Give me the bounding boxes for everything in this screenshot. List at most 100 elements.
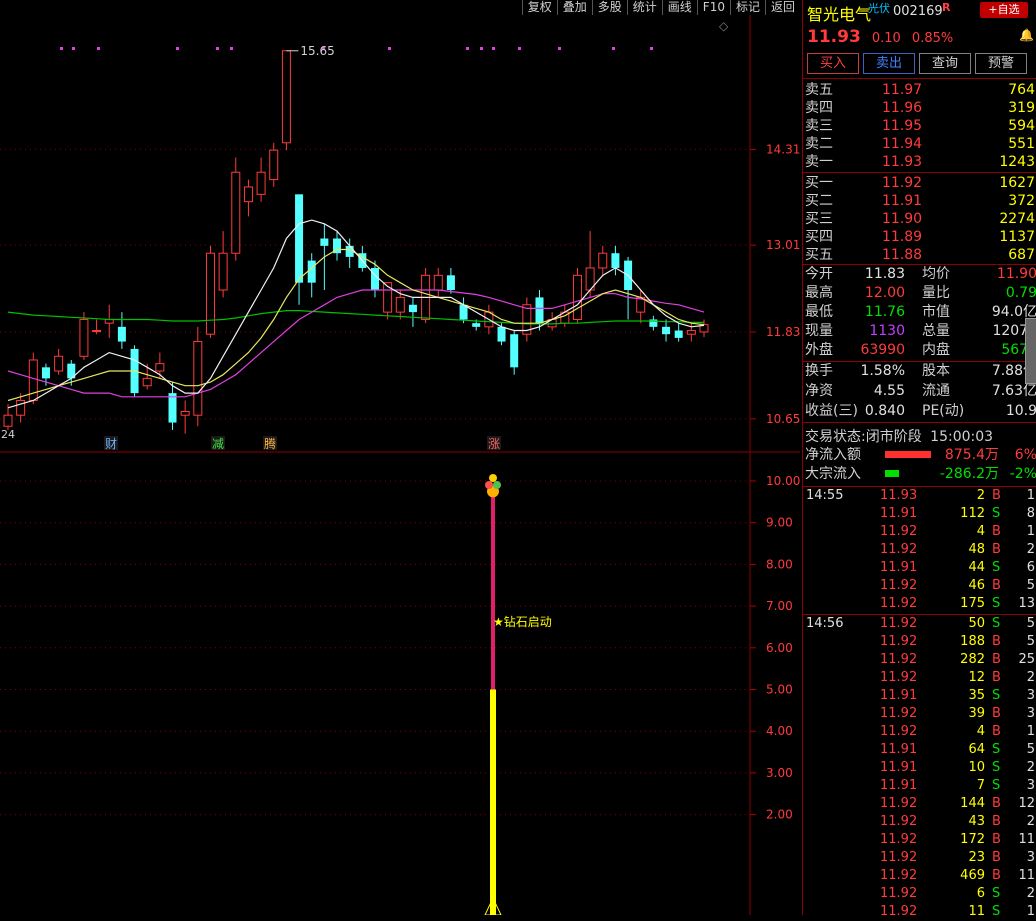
toolbar-mark-button[interactable]: 标记 [729, 0, 765, 15]
candle-body [320, 238, 329, 246]
tick-volume: 64 [968, 742, 985, 757]
tick-volume: 23 [968, 850, 985, 865]
candle-body [598, 252, 608, 269]
signal-bar-yellow [490, 689, 496, 915]
query-button[interactable]: 查询 [919, 53, 971, 74]
tick-direction: B [992, 868, 1001, 883]
tick-count: 3 [1026, 778, 1035, 793]
tick-volume: 282 [960, 652, 985, 667]
trade-status: 交易状态:闭市阶段 15:00:03 [805, 426, 993, 446]
toolbar-multi-stock-button[interactable]: 多股 [591, 0, 627, 15]
stat-label: 市值 [922, 304, 950, 320]
tick-price: 11.91 [880, 560, 918, 575]
stat-row: 换手 1.58% 股本 7.88亿 [805, 362, 1036, 381]
bid-price: 11.90 [882, 211, 923, 227]
candle-body [510, 334, 519, 368]
tick-price: 11.92 [880, 850, 918, 865]
add-watchlist-button[interactable]: +自选 [980, 2, 1028, 18]
top-marker-dot [650, 47, 653, 50]
bid-price: 11.89 [882, 229, 923, 245]
price-change: 0.10 [871, 31, 901, 46]
tick-volume: 175 [960, 596, 985, 611]
bid-volume: 1137 [999, 229, 1035, 245]
ask-row[interactable]: 卖一 11.93 1243 [805, 153, 1035, 171]
stat-value: 7.63亿 [991, 383, 1036, 399]
ask-volume: 551 [1008, 136, 1035, 152]
tick-direction: S [992, 742, 1001, 757]
candle-body [16, 399, 26, 416]
stat-value: 10.9 [1005, 403, 1036, 419]
toolbar-overlay-button[interactable]: 叠加 [556, 0, 592, 15]
tick-count: 1 [1026, 488, 1035, 503]
candle-body [92, 330, 102, 333]
toolbar-draw-button[interactable]: 画线 [661, 0, 697, 15]
flow-label: 净流入额 [805, 447, 861, 463]
tick-row: 11.91 35 S 3 [803, 687, 1035, 705]
ask-row[interactable]: 卖二 11.94 551 [805, 135, 1035, 153]
candle-body [269, 149, 279, 181]
toolbar-fuquan-button[interactable]: 复权 [521, 0, 557, 15]
y-tick-label: 11.83 [766, 325, 800, 339]
candle-body [193, 341, 203, 416]
candle-body [117, 326, 126, 342]
stat-row: 收益(三) 0.840 PE(动) 10.9 [805, 402, 1036, 421]
tick-row: 11.92 144 B 12 [803, 795, 1035, 813]
candle-body [205, 252, 215, 335]
ask-row[interactable]: 卖五 11.97 764 [805, 81, 1035, 99]
tick-volume: 4 [976, 724, 985, 739]
bid-row[interactable]: 买四 11.89 1137 [805, 228, 1035, 246]
kline-chart-svg[interactable]: 14.31 13.01 11.83 10.65 ◇ 15.65 24 财 减 腾 涨 10.00 9.0… [0, 0, 800, 915]
tick-count: 6 [1026, 560, 1035, 575]
panel-scroll-handle[interactable] [1025, 318, 1036, 384]
price-row: 11.93 0.10 0.85% [807, 27, 953, 47]
tick-direction: B [992, 652, 1001, 667]
tick-direction: B [992, 488, 1001, 503]
stat-label: 外盘 [805, 342, 833, 358]
stat-value: 11.76 [864, 304, 905, 320]
top-marker-dot [492, 47, 495, 50]
tick-price: 11.92 [880, 634, 918, 649]
divider [803, 78, 1036, 79]
ask-volume: 1243 [999, 154, 1035, 170]
sell-button[interactable]: 卖出 [863, 53, 915, 74]
toolbar-back-button[interactable]: 返回 [764, 0, 800, 15]
ask-label: 卖一 [805, 154, 833, 170]
alert-button[interactable]: 预警 [975, 53, 1027, 74]
y-tick-label: 2.00 [766, 808, 793, 822]
bid-row[interactable]: 买三 11.90 2274 [805, 210, 1035, 228]
toolbar-f10-button[interactable]: F10 [696, 0, 730, 15]
tick-price: 11.92 [880, 796, 918, 811]
tick-volume: 39 [968, 706, 985, 721]
trade-status-time: 15:00:03 [930, 429, 994, 445]
tick-volume: 44 [968, 560, 985, 575]
tick-count: 25 [1018, 652, 1035, 667]
kline-chart-area[interactable]: 14.31 13.01 11.83 10.65 ◇ 15.65 24 财 减 腾 涨 10.00 9.0… [0, 0, 800, 915]
candle-body [3, 414, 13, 427]
flow-row: 净流入额 875.4万 6% [805, 446, 1036, 464]
tick-row: 11.91 44 S 6 [803, 559, 1035, 577]
stock-code: 002169 [893, 4, 943, 19]
stat-value: 11.83 [864, 266, 905, 282]
bid-label: 买三 [805, 211, 833, 227]
top-marker-dot [388, 47, 391, 50]
stat-value: 11.90 [996, 266, 1036, 282]
toolbar-stats-button[interactable]: 统计 [626, 0, 662, 15]
tick-row: 11.92 282 B 25 [803, 651, 1035, 669]
ask-row[interactable]: 卖三 11.95 594 [805, 117, 1035, 135]
bell-icon[interactable]: 🔔 [1019, 28, 1034, 42]
tick-row: 11.92 4 B 1 [803, 523, 1035, 541]
bid-row[interactable]: 买五 11.88 687 [805, 246, 1035, 264]
tick-count: 3 [1026, 688, 1035, 703]
candle-body [155, 363, 165, 372]
tick-volume: 7 [976, 778, 985, 793]
stat-label: 内盘 [922, 342, 950, 358]
bid-row[interactable]: 买一 11.92 1627 [805, 174, 1035, 192]
bid-row[interactable]: 买二 11.91 372 [805, 192, 1035, 210]
event-marker: 减 [212, 437, 224, 451]
tick-count: 5 [1026, 742, 1035, 757]
tick-direction: B [992, 850, 1001, 865]
buy-button[interactable]: 买入 [807, 53, 859, 74]
sector-tag[interactable]: 光伏 [868, 0, 890, 16]
ask-volume: 764 [1008, 82, 1035, 98]
ask-row[interactable]: 卖四 11.96 319 [805, 99, 1035, 117]
